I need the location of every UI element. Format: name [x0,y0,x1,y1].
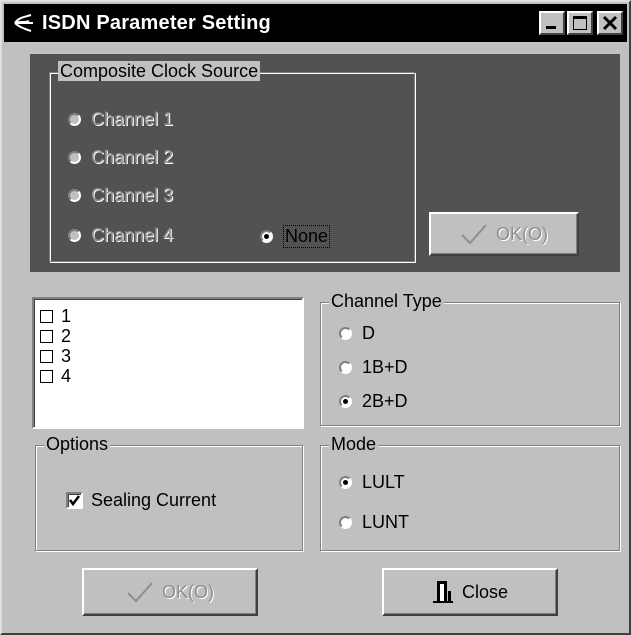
clock-radio-label: Channel 2 [91,147,174,167]
close-window-button[interactable] [597,11,623,35]
list-item[interactable]: 3 [40,345,72,366]
clock-radio-channel-4[interactable]: Channel 4 [68,225,173,246]
window-title: ISDN Parameter Setting [42,11,271,34]
ok-label: OK(O) [162,581,214,602]
options-group: Options Sealing Current [35,434,303,551]
clock-source-group: Composite Clock Source Channel 1 Channel… [49,61,415,262]
isdn-parameter-dialog: ISDN Parameter Setting Composite Clock S… [0,0,631,635]
clock-radio-label: Channel 4 [91,225,174,245]
radio-button-icon [339,327,352,340]
clock-ok-button[interactable]: OK(O) [429,212,579,256]
radio-button-icon [68,189,81,202]
channel-type-radio-1b-d[interactable]: 1B+D [339,357,408,378]
close-icon [602,15,618,31]
title-bar[interactable]: ISDN Parameter Setting [4,4,627,42]
clock-source-legend: Composite Clock Source [58,61,261,81]
checkbox-icon [40,369,53,383]
channel-type-group: Channel Type D 1B+D 2B+D [320,291,620,426]
channel-type-radio-d[interactable]: D [339,323,375,344]
clock-radio-label: Channel 3 [91,185,174,205]
clock-radio-channel-2[interactable]: Channel 2 [68,147,173,168]
checkmark-icon [461,224,487,245]
checkmark-icon [127,582,153,603]
channel-type-label: D [362,323,375,343]
radio-button-icon [68,151,81,164]
clock-radio-label: Channel 1 [91,109,174,129]
clock-radio-none[interactable]: None [260,225,331,248]
channel-label: 1 [61,305,72,326]
channel-label: 4 [61,365,72,386]
radio-button-icon [339,361,352,374]
sealing-current-label: Sealing Current [91,490,217,510]
mode-legend: Mode [329,434,379,454]
radio-button-icon [68,113,81,126]
checkbox-icon [40,349,53,363]
channel-label: 2 [61,325,72,346]
mode-label: LULT [362,472,405,492]
checkbox-icon [40,329,53,343]
list-item[interactable]: 4 [40,365,72,386]
list-item[interactable]: 2 [40,325,72,346]
maximize-button[interactable] [567,11,593,35]
mode-radio-lunt[interactable]: LUNT [339,512,409,533]
checkbox-icon [40,309,53,323]
close-label: Close [461,581,509,602]
minimize-button[interactable] [539,11,565,35]
radio-button-selected-icon [339,476,352,489]
checkbox-checked-icon [66,492,83,509]
channel-type-label: 2B+D [362,391,408,411]
options-legend: Options [44,434,111,454]
door-exit-icon [432,581,453,603]
channel-type-legend: Channel Type [329,291,444,311]
radio-button-selected-icon [339,395,352,408]
mode-radio-lult[interactable]: LULT [339,472,405,493]
app-icon [10,10,36,36]
channel-type-radio-2b-d[interactable]: 2B+D [339,391,408,412]
channel-checklist[interactable]: 1 2 3 4 [32,297,304,429]
channel-type-label: 1B+D [362,357,408,377]
clock-radio-label: None [283,225,331,248]
channel-label: 3 [61,345,72,366]
ok-button[interactable]: OK(O) [82,568,258,616]
radio-button-icon [339,516,352,529]
list-item[interactable]: 1 [40,305,72,326]
clock-radio-channel-1[interactable]: Channel 1 [68,109,173,130]
mode-label: LUNT [362,512,410,532]
mode-group: Mode LULT LUNT [320,434,620,551]
clock-radio-channel-3[interactable]: Channel 3 [68,185,173,206]
radio-button-icon [68,229,81,242]
close-button[interactable]: Close [382,568,558,616]
sealing-current-checkbox[interactable]: Sealing Current [66,490,216,511]
radio-button-selected-icon [260,230,273,243]
clock-ok-label: OK(O) [496,223,548,244]
